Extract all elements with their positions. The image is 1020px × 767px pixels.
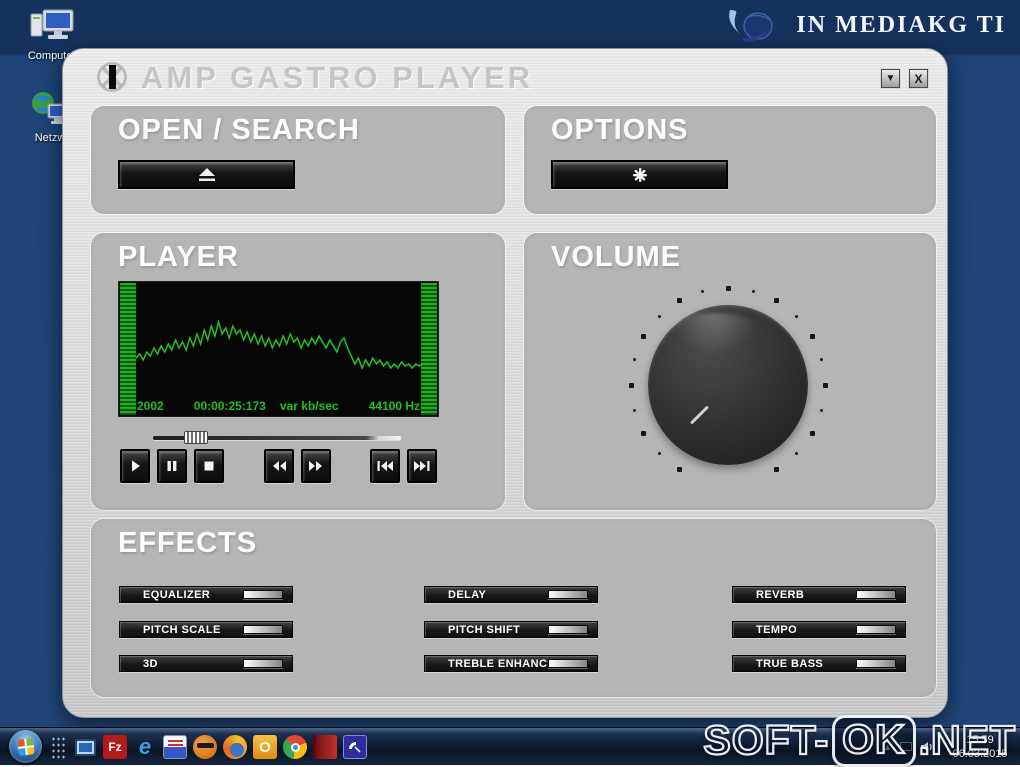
effects-title: EFFECTS [118,527,257,560]
volume-panel: VOLUME [524,233,936,510]
effect-button-treble-enhancer[interactable]: TREBLE ENHANCER [424,655,598,672]
computer-icon [29,8,75,48]
display-year: 2002 [137,399,164,413]
stop-icon [202,459,216,473]
app-logo-icon [97,62,127,92]
title-bar[interactable]: AMP GASTRO PLAYER ▼ X [63,49,947,105]
skip-to-start-icon [376,459,394,473]
vu-meter-right [421,283,437,415]
effect-button-equalizer[interactable]: EQUALIZER [119,586,293,603]
satellite-icon[interactable] [343,735,367,759]
pause-icon [165,459,179,473]
start-button[interactable] [9,730,42,763]
stop-button[interactable] [194,449,224,483]
play-button[interactable] [120,449,150,483]
close-button[interactable]: X [909,69,928,88]
effect-button-delay[interactable]: DELAY [424,586,598,603]
effect-level-indicator[interactable] [243,590,283,599]
display-bitrate: var kb/sec [280,399,339,413]
filezilla-icon[interactable]: Fz [103,735,127,759]
minimize-icon: ▼ [886,73,896,84]
pause-button[interactable] [157,449,187,483]
skip-to-end-icon [413,459,431,473]
effect-level-indicator[interactable] [243,625,283,634]
knob-shine [668,313,760,355]
window-title: AMP GASTRO PLAYER [141,60,533,96]
play-icon [128,459,142,473]
eject-icon [196,167,218,182]
effect-level-indicator[interactable] [856,590,896,599]
effect-level-indicator[interactable] [548,659,588,668]
display-status-line: 2002 00:00:25:173 var kb/sec 44100 Hz [137,399,420,413]
effect-level-indicator[interactable] [243,659,283,668]
effect-button-true-bass[interactable]: TRUE BASS [732,655,906,672]
soft-ok-watermark: SOFT-OK.NET [703,715,1016,767]
display-time: 00:00:25:173 [194,399,266,413]
options-panel: OPTIONS [524,106,936,214]
show-desktop-icon[interactable] [73,735,97,759]
desktop: IN MEDIAKG TI Computer Netzw [0,0,1020,765]
rewind-icon [271,459,287,473]
effect-button-3d[interactable]: 3D [119,655,293,672]
seek-handle[interactable] [184,431,208,444]
player-panel: PLAYER 2002 00:00:25:173 var kb/sec 4410… [91,233,505,510]
effect-button-pitch-scale[interactable]: PITCH SCALE [119,621,293,638]
options-title: OPTIONS [551,114,689,147]
windows-logo-icon [17,738,35,756]
effect-button-pitch-shift[interactable]: PITCH SHIFT [424,621,598,638]
minimize-button[interactable]: ▼ [881,69,900,88]
player-display: 2002 00:00:25:173 var kb/sec 44100 Hz [118,281,439,417]
taskbar-separator [51,736,66,759]
effect-level-indicator[interactable] [548,590,588,599]
previous-track-button[interactable] [370,449,400,483]
rewind-button[interactable] [264,449,294,483]
seek-slider[interactable] [153,431,401,444]
knob-pointer [690,405,709,424]
player-title: PLAYER [118,241,239,274]
open-search-title: OPEN / SEARCH [118,114,360,147]
effect-button-reverb[interactable]: REVERB [732,586,906,603]
waveform [136,282,423,416]
desktop-icon-label: Netzw [35,132,66,144]
display-samplerate: 44100 Hz [369,399,420,413]
options-button[interactable] [551,160,728,189]
effect-button-tempo[interactable]: TEMPO [732,621,906,638]
amp-gastro-player-window: AMP GASTRO PLAYER ▼ X OPEN / SEARCH OPTI… [62,48,948,718]
fast-forward-icon [308,459,324,473]
effect-level-indicator[interactable] [548,625,588,634]
mediakg-brand: IN MEDIAKG TI [722,4,1006,46]
brand-text: IN MEDIAKG TI [796,12,1006,39]
outlook-icon[interactable]: O [253,735,277,759]
close-icon: X [914,72,922,86]
fast-forward-button[interactable] [301,449,331,483]
internet-explorer-icon[interactable]: e [133,735,157,759]
effect-level-indicator[interactable] [856,659,896,668]
asterisk-icon [632,167,648,183]
firefox-icon[interactable] [223,735,247,759]
volume-knob[interactable] [648,305,808,465]
effects-panel: EFFECTS EQUALIZER PITCH SCALE 3D DELAY P… [91,519,936,697]
globe-swoosh-icon [722,4,784,46]
open-search-button[interactable] [118,160,295,189]
pumpkin-icon[interactable] [193,735,217,759]
effect-level-indicator[interactable] [856,625,896,634]
vu-meter-left [120,283,136,415]
open-search-panel: OPEN / SEARCH [91,106,505,214]
chrome-icon[interactable] [283,735,307,759]
floppy-save-icon[interactable] [163,735,187,759]
next-track-button[interactable] [407,449,437,483]
red-book-icon[interactable] [313,735,337,759]
